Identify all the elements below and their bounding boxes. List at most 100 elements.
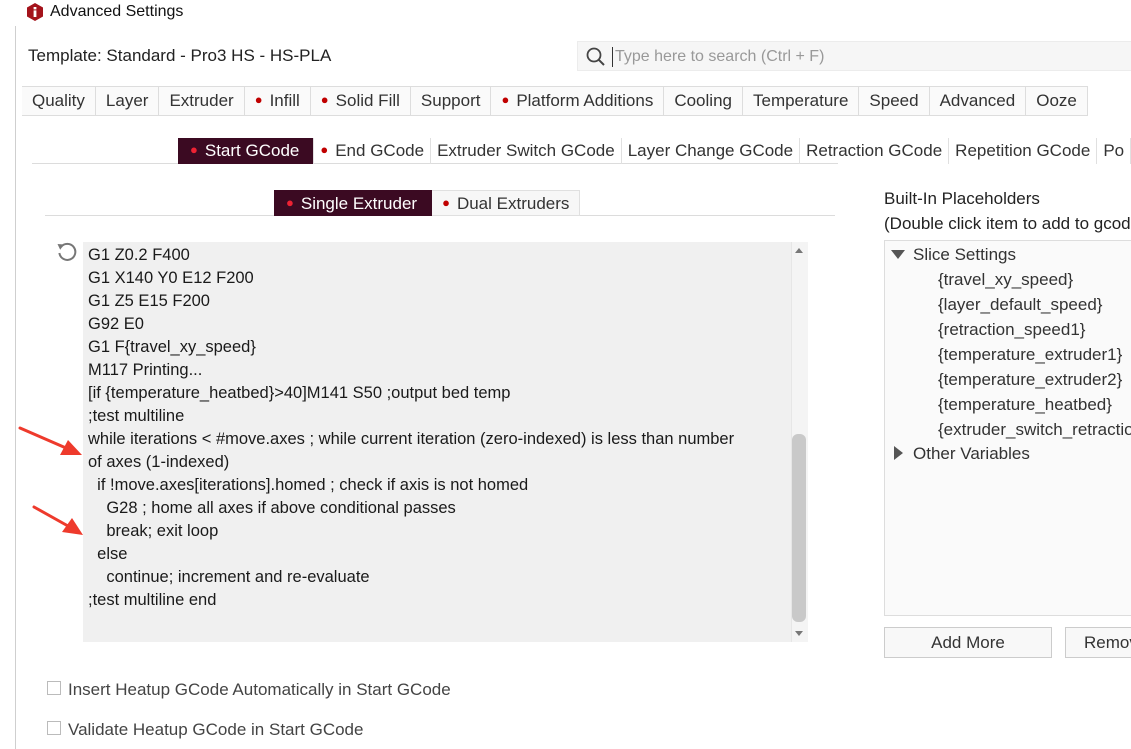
modified-dot-icon: ● (501, 92, 510, 107)
tab-infill[interactable]: ● Infill (245, 87, 311, 115)
placeholder-item[interactable]: {extruder_switch_retractio (938, 419, 1131, 441)
gcode-tab-po[interactable]: Po (1097, 138, 1131, 164)
placeholder-item[interactable]: {retraction_speed1} (938, 319, 1085, 341)
tab-quality[interactable]: Quality (22, 87, 96, 115)
placeholder-item[interactable]: {layer_default_speed} (938, 294, 1102, 316)
tab-label: Repetition GCode (955, 141, 1091, 160)
expand-right-icon[interactable] (894, 446, 903, 460)
code-line: of axes (1-indexed) (88, 453, 230, 471)
extruder-tab-bar: ● Single Extruder ● Dual Extruders (274, 190, 581, 216)
tab-label: Infill (269, 91, 300, 110)
gcode-tab-start-gcode[interactable]: ● Start GCode (178, 138, 315, 164)
placeholder-item[interactable]: {temperature_heatbed} (938, 394, 1112, 416)
code-line: [if {temperature_heatbed}>40]M141 S50 ;o… (88, 384, 511, 402)
remove-button[interactable]: Remov (1065, 627, 1131, 658)
validate-heatup-label: Validate Heatup GCode in Start GCode (68, 720, 364, 739)
tab-label: Support (420, 91, 481, 110)
insert-heatup-checkbox[interactable] (47, 681, 61, 695)
code-line: M117 Printing... (88, 361, 203, 379)
tab-cooling[interactable]: Cooling (664, 87, 743, 115)
code-line: G1 Z0.2 F400 (88, 246, 190, 264)
modified-dot-icon: ● (286, 195, 294, 210)
scroll-down-arrow-icon[interactable] (791, 626, 807, 640)
tab-label: Quality (32, 91, 85, 110)
tab-label: Dual Extruders (456, 194, 570, 213)
settings-tab-bar: Quality Layer Extruder ● Infill ● Solid Fill Su… (22, 86, 1088, 116)
tab-advanced[interactable]: Advanced (930, 87, 1027, 115)
tab-solid-fill[interactable]: ● Solid Fill (311, 87, 411, 115)
placeholders-heading: Built-In Placeholders (884, 189, 1040, 208)
tab-label: Retraction GCode (806, 141, 943, 160)
tab-label: Cooling (674, 91, 732, 110)
tab-support[interactable]: Support (411, 87, 492, 115)
modified-dot-icon: ● (190, 142, 198, 157)
tab-label: Speed (869, 91, 919, 110)
gcode-tab-bar: ● Start GCode ● End GCode Extruder Switch GC… (178, 138, 1131, 164)
gcode-tab-layer-change-gcode[interactable]: Layer Change GCode (622, 138, 801, 164)
code-line: G28 ; home all axes if above conditional… (88, 499, 456, 517)
reset-icon[interactable] (56, 241, 78, 263)
add-more-button[interactable]: Add More (884, 627, 1052, 658)
code-line: if !move.axes[iterations].homed ; check … (88, 476, 529, 494)
code-line: G1 Z5 E15 F200 (88, 292, 210, 310)
tab-label: Extruder Switch GCode (437, 141, 615, 160)
gcode-tab-end-gcode[interactable]: ● End GCode (314, 138, 432, 164)
insert-heatup-label: Insert Heatup GCode Automatically in Sta… (68, 680, 451, 699)
annotation-arrow-icon (18, 426, 82, 455)
code-line: else (88, 545, 128, 563)
placeholder-item[interactable]: {temperature_extruder1} (938, 344, 1122, 366)
extruder-tab-single-extruder[interactable]: ● Single Extruder (274, 190, 433, 216)
tab-label: Extruder (169, 91, 234, 110)
placeholder-item[interactable]: {travel_xy_speed} (938, 269, 1073, 291)
code-line: G1 X140 Y0 E12 F200 (88, 269, 254, 287)
extruder-tab-dual-extruders[interactable]: ● Dual Extruders (432, 190, 581, 216)
tab-label: Single Extruder (300, 194, 418, 213)
placeholders-title: Built-In Placeholders (Double click item… (884, 186, 1131, 236)
tab-ooze[interactable]: Ooze (1026, 87, 1088, 115)
placeholders-hint: (Double click item to add to gcod (884, 214, 1131, 233)
scrollbar-thumb[interactable] (792, 434, 806, 622)
gcode-tab-repetition-gcode[interactable]: Repetition GCode (949, 138, 1098, 164)
code-line: break; exit loop (88, 522, 219, 540)
window-title: Advanced Settings (50, 3, 184, 20)
tab-label: Ooze (1036, 91, 1077, 110)
tab-label: Start GCode (204, 141, 300, 160)
expand-down-icon[interactable] (891, 250, 905, 259)
search-icon (586, 47, 605, 66)
tab-label: Layer (105, 91, 149, 110)
tab-label: Solid Fill (335, 91, 400, 110)
modified-dot-icon: ● (320, 142, 329, 157)
gcode-tab-retraction-gcode[interactable]: Retraction GCode (800, 138, 950, 164)
validate-heatup-checkbox[interactable] (47, 721, 61, 735)
modified-dot-icon: ● (442, 195, 450, 210)
tab-layer[interactable]: Layer (96, 87, 160, 115)
modified-dot-icon: ● (254, 92, 263, 107)
code-line: G1 F{travel_xy_speed} (88, 338, 256, 356)
annotation-arrow-icon (32, 505, 83, 535)
tab-label: Po (1103, 141, 1125, 160)
search-input[interactable] (613, 44, 1127, 70)
tab-label: Temperature (752, 91, 849, 110)
tab-label: Platform Additions (516, 91, 654, 110)
tab-label: End GCode (335, 141, 425, 160)
tree-node-other-variables[interactable]: Other Variables (913, 443, 1030, 465)
tab-speed[interactable]: Speed (859, 87, 930, 115)
tab-platform-additions[interactable]: ● Platform Additions (491, 87, 665, 115)
code-line: continue; increment and re-evaluate (88, 568, 370, 586)
tab-label: Layer Change GCode (627, 141, 794, 160)
window-left-border (15, 0, 16, 749)
app-logo-icon (27, 3, 43, 21)
gcode-tab-extruder-switch-gcode[interactable]: Extruder Switch GCode (431, 138, 622, 164)
placeholders-tree: Slice Settings {travel_xy_speed} {layer_d… (884, 240, 1131, 616)
template-label: Template: Standard - Pro3 HS - HS-PLA (28, 46, 332, 65)
tab-label: Advanced (939, 91, 1016, 110)
code-line: ;test multiline end (88, 591, 217, 609)
placeholder-item[interactable]: {temperature_extruder2} (938, 369, 1122, 391)
gcode-text[interactable]: G1 Z0.2 F400 G1 X140 Y0 E12 F200 G1 Z5 E15… (88, 244, 784, 612)
modified-dot-icon: ● (320, 92, 329, 107)
tree-node-slice-settings[interactable]: Slice Settings (913, 244, 1016, 266)
code-line: while iterations < #move.axes ; while cu… (88, 430, 735, 448)
scroll-up-arrow-icon[interactable] (791, 244, 807, 258)
tab-temperature[interactable]: Temperature (743, 87, 860, 115)
tab-extruder[interactable]: Extruder (159, 87, 245, 115)
